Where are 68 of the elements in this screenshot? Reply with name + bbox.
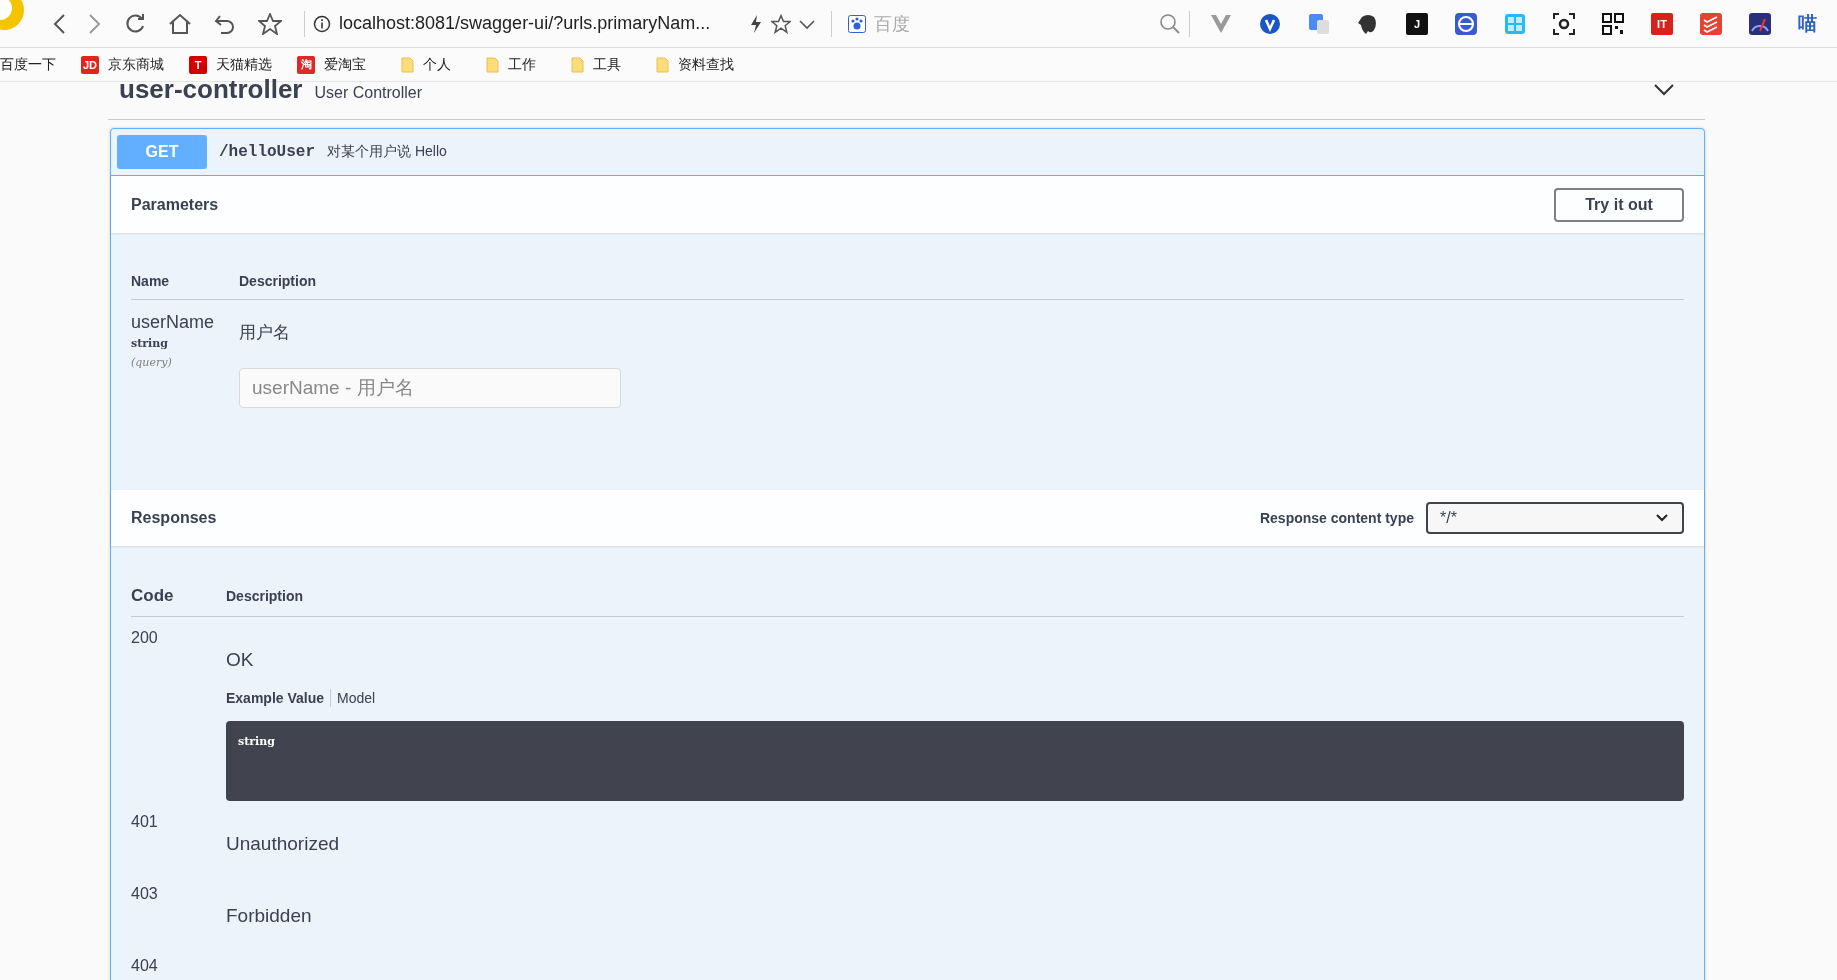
star-icon[interactable] <box>771 13 791 34</box>
content-type-select[interactable]: */* <box>1426 502 1684 534</box>
parameter-input-field[interactable]: userName - 用户名 <box>239 368 621 408</box>
chevron-down-icon <box>1656 514 1668 522</box>
parameter-description: 用户名 <box>239 322 291 344</box>
section-title[interactable]: user-controller <box>119 74 303 105</box>
camera-icon[interactable] <box>1553 12 1575 35</box>
stacked-checks-icon[interactable] <box>1700 12 1722 35</box>
folder-icon <box>656 56 670 73</box>
parameters-heading: Parameters <box>131 195 219 214</box>
example-code-block: string <box>226 721 1684 801</box>
bookmark[interactable]: T 天猫精选 <box>189 55 273 74</box>
home-icon[interactable] <box>168 12 192 35</box>
method-badge: GET <box>117 135 207 169</box>
bookmark[interactable]: 资料查找 <box>646 55 735 74</box>
qr-code-icon[interactable] <box>1602 12 1624 35</box>
bookmark[interactable]: 工具 <box>561 55 622 74</box>
column-header: Description <box>226 588 303 604</box>
response-code: 403 <box>131 885 159 904</box>
folder-icon <box>401 56 415 73</box>
info-icon[interactable] <box>313 14 331 33</box>
section-description: User Controller <box>314 84 423 102</box>
response-code: 401 <box>131 813 159 832</box>
bookmark[interactable]: 百度一下 <box>0 55 56 74</box>
responses-heading: Responses <box>131 509 217 527</box>
endpoint-summary: 对某个用户说 Hello <box>327 143 447 161</box>
response-description: Forbidden <box>226 905 313 927</box>
response-description: OK <box>226 649 255 671</box>
forward-icon[interactable] <box>88 12 102 35</box>
response-description: Unauthorized <box>226 833 341 855</box>
parameter-location: (query) <box>131 356 173 369</box>
parameter-type: string <box>131 337 169 350</box>
folder-icon <box>571 56 585 73</box>
column-header: Code <box>131 586 175 606</box>
bookmark[interactable]: JD 京东商城 <box>81 55 165 74</box>
v-shape-icon[interactable] <box>1210 13 1232 34</box>
meow-logo-icon[interactable]: 喵 <box>1798 10 1817 37</box>
star-icon[interactable] <box>258 12 282 35</box>
chevron-down-icon[interactable] <box>799 17 815 30</box>
reload-icon[interactable] <box>124 12 146 35</box>
example-tab[interactable]: Example Value <box>226 690 325 706</box>
bookmark[interactable]: 工作 <box>476 55 537 74</box>
globe-icon[interactable] <box>1455 12 1477 35</box>
v-circle-icon[interactable] <box>1259 12 1281 35</box>
content-type-label: Response content type <box>1259 510 1414 526</box>
back-icon[interactable] <box>52 12 66 35</box>
example-tab[interactable]: Model <box>337 690 376 706</box>
response-code: 200 <box>131 629 159 648</box>
site-logo-icon: 淘 <box>297 55 316 74</box>
bookmark[interactable]: 个人 <box>391 55 452 74</box>
lightning-icon[interactable] <box>749 13 763 34</box>
chevron-icon[interactable] <box>1654 83 1674 96</box>
paw-icon[interactable] <box>848 14 866 33</box>
gauge-icon[interactable] <box>1749 12 1771 35</box>
try-it-out-button[interactable]: Try it out <box>1554 187 1684 222</box>
response-code: 404 <box>131 957 159 976</box>
folder-icon <box>486 56 500 73</box>
j-logo-icon[interactable]: J <box>1406 12 1428 35</box>
it-logo-icon[interactable]: IT <box>1651 12 1673 35</box>
column-header: Description <box>239 273 316 289</box>
site-logo-icon: T <box>189 55 208 74</box>
parameter-name: userName <box>131 312 216 333</box>
address-field[interactable]: localhost:8081/swagger-ui/?urls.primaryNam... <box>339 13 741 34</box>
column-header: Name <box>131 273 171 289</box>
site-logo-icon: JD <box>81 55 100 74</box>
endpoint-path: /helloUser <box>219 143 315 161</box>
bookmark[interactable]: 淘 爱淘宝 <box>297 55 367 74</box>
search-icon[interactable] <box>1159 12 1181 35</box>
